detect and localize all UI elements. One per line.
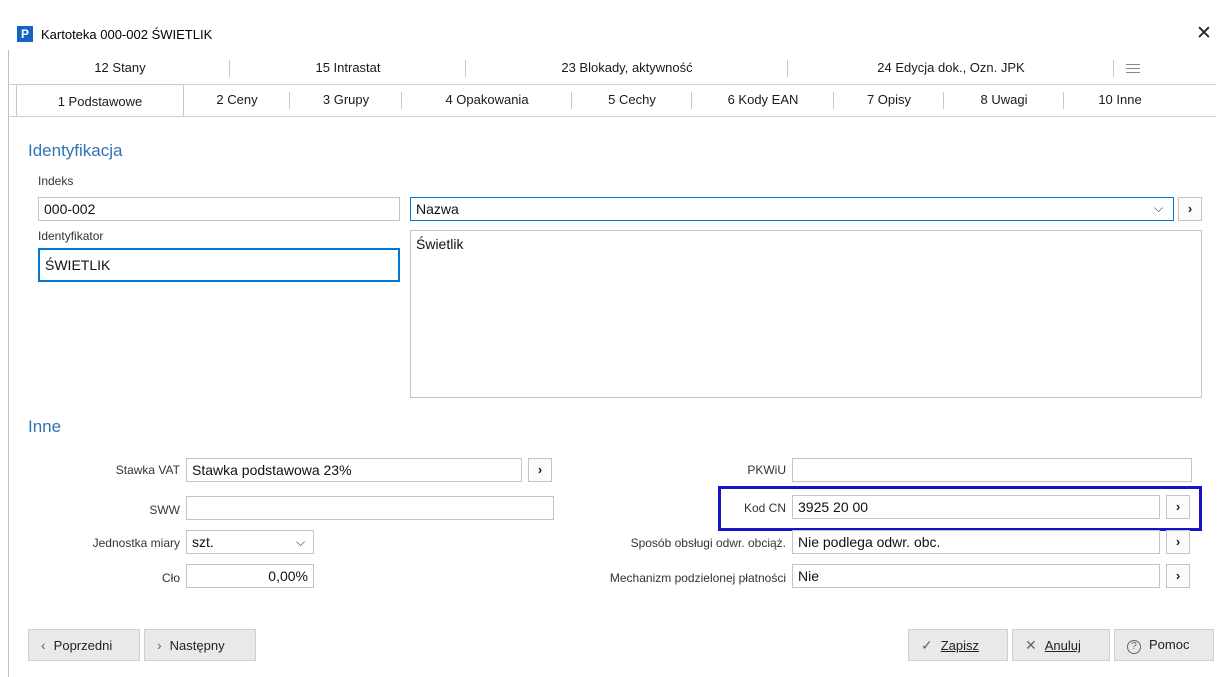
sww-label: SWW [149,503,180,517]
tab-edycja-dok[interactable]: 24 Edycja dok., Ozn. JPK [788,54,1114,82]
tab-podstawowe[interactable]: 1 Podstawowe [16,84,184,117]
tab-stany[interactable]: 12 Stany [10,54,230,82]
tab-label: 6 Kody EAN [727,92,799,107]
tab-label: 15 Intrastat [315,60,381,75]
sposob-obslugi-label: Sposób obsługi odwr. obciąż. [630,536,786,550]
chevron-down-icon[interactable]: ⌵ [1154,201,1163,216]
indeks-label: Indeks [38,174,74,188]
tab-label: 23 Blokady, aktywność [561,60,693,75]
tab-label: 1 Podstawowe [57,94,143,109]
tab-opakowania[interactable]: 4 Opakowania [402,86,572,114]
stawka-vat-input[interactable]: Stawka podstawowa 23% [186,458,522,482]
nazwa-select-value: Nazwa [416,201,459,217]
mechanizm-more-button[interactable]: › [1166,564,1190,588]
next-button[interactable]: › Następny [144,629,256,661]
tab-blokady[interactable]: 23 Blokady, aktywność [466,54,788,82]
next-button-label: Następny [169,638,225,653]
app-logo-icon: P [17,26,33,42]
sposob-obslugi-input[interactable]: Nie podlega odwr. obc. [792,530,1160,554]
tab-ceny[interactable]: 2 Ceny [184,86,290,114]
indeks-input[interactable]: 000-002 [38,197,400,221]
clo-input[interactable]: 0,00% [186,564,314,588]
jednostka-miary-label: Jednostka miary [92,536,180,550]
tab-kody-ean[interactable]: 6 Kody EAN [692,86,834,114]
chevron-right-icon: › [157,637,162,653]
tab-opisy[interactable]: 7 Opisy [834,86,944,114]
help-button-label: Pomoc [1149,637,1190,652]
tab-intrastat[interactable]: 15 Intrastat [230,54,466,82]
tab-uwagi[interactable]: 8 Uwagi [944,86,1064,114]
tab-row-divider [10,84,1216,85]
stawka-vat-more-button[interactable]: › [528,458,552,482]
sposob-obslugi-more-button[interactable]: › [1166,530,1190,554]
pkwiu-label: PKWiU [747,463,786,477]
tab-label: 12 Stany [94,60,146,75]
cancel-button-label: Anuluj [1044,638,1081,653]
tab-label: 5 Cechy [608,92,656,107]
mechanizm-label: Mechanizm podzielonej płatności [609,571,786,585]
help-icon: ? [1127,640,1141,654]
clo-label: Cło [161,571,180,585]
tab-content-divider [10,116,1216,117]
stawka-vat-label: Stawka VAT [115,463,180,477]
title-bar: P Kartoteka 000-002 ŚWIETLIK ✕ [8,20,1222,50]
sww-input[interactable] [186,496,554,520]
section-inne-title: Inne [28,417,62,436]
tab-label: 3 Grupy [322,92,370,107]
window-border [8,20,9,677]
pkwiu-input[interactable] [792,458,1192,482]
tab-separator [1113,60,1114,77]
cancel-button[interactable]: ✕ Anuluj [1012,629,1110,661]
chevron-left-icon: ‹ [41,637,46,653]
help-button[interactable]: ? Pomoc [1114,629,1214,661]
tab-label: 8 Uwagi [980,92,1028,107]
kartoteka-window: P Kartoteka 000-002 ŚWIETLIK ✕ 12 Stany … [0,0,1222,677]
jednostka-miary-value: szt. [192,534,214,550]
tabs-overflow-menu-icon[interactable] [1120,54,1146,82]
previous-button[interactable]: ‹ Poprzedni [28,629,140,661]
tab-row-primary: 1 Podstawowe 2 Ceny 3 Grupy 4 Opakowania… [10,84,1216,117]
check-icon: ✓ [921,637,933,653]
tab-label: 7 Opisy [866,92,912,107]
close-icon[interactable]: ✕ [1192,23,1216,47]
chevron-down-icon[interactable]: ⌵ [296,535,305,550]
kod-cn-highlight-box [718,486,1202,531]
tab-label: 4 Opakowania [445,92,529,107]
close-icon: ✕ [1025,637,1037,653]
mechanizm-input[interactable]: Nie [792,564,1160,588]
save-button[interactable]: ✓ Zapisz [908,629,1008,661]
tab-cechy[interactable]: 5 Cechy [572,86,692,114]
tab-label: 10 Inne [1098,92,1142,107]
tab-row-secondary: 12 Stany 15 Intrastat 23 Blokady, aktywn… [10,54,1216,82]
identyfikator-label: Identyfikator [38,229,104,243]
identyfikator-input[interactable]: ŚWIETLIK [38,248,400,282]
tab-inne[interactable]: 10 Inne [1064,86,1176,114]
previous-button-label: Poprzedni [53,638,113,653]
window-title: Kartoteka 000-002 ŚWIETLIK [41,27,213,42]
tab-grupy[interactable]: 3 Grupy [290,86,402,114]
nazwa-textarea[interactable]: Świetlik [410,230,1202,398]
tab-label: 2 Ceny [216,92,258,107]
tab-label: 24 Edycja dok., Ozn. JPK [877,60,1025,75]
save-button-label: Zapisz [940,638,980,653]
jednostka-miary-select[interactable]: szt. [186,530,314,554]
nazwa-more-button[interactable]: › [1178,197,1202,221]
nazwa-select[interactable]: Nazwa [410,197,1174,221]
section-identyfikacja-title: Identyfikacja [28,141,123,160]
